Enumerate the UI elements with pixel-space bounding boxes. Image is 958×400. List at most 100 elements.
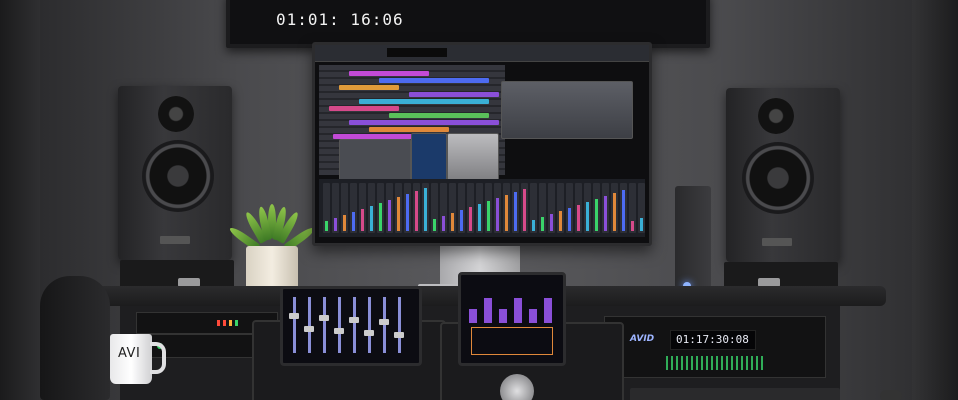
rack-timecode: 01:17:30:08 — [676, 333, 749, 346]
right-wall — [912, 0, 958, 400]
right-speaker-logo-icon — [762, 238, 792, 246]
channel-meter — [613, 193, 616, 231]
channel-meter — [361, 209, 364, 231]
left-touch-screen[interactable] — [280, 286, 422, 366]
channel-meter — [550, 214, 553, 231]
mixer-channel-strip — [341, 183, 348, 233]
plugin-window-vintage — [501, 81, 633, 139]
channel-meter — [505, 195, 508, 231]
channel-meter — [541, 217, 544, 231]
mixer-channel-strip — [638, 183, 645, 233]
channel-meter — [496, 198, 499, 231]
touch-fader[interactable] — [379, 297, 389, 353]
mixer-channel-strip — [467, 183, 474, 233]
touch-fader[interactable] — [304, 297, 314, 353]
channel-meter — [640, 218, 643, 231]
touch-meter-bar — [484, 298, 492, 323]
mixer-channel-strip — [611, 183, 618, 233]
channel-meter — [442, 216, 445, 231]
mixer-channel-strip — [350, 183, 357, 233]
channel-meter — [586, 202, 589, 231]
channel-meter — [568, 208, 571, 231]
touch-fader[interactable] — [364, 297, 374, 353]
mug-logo: AVI — [118, 346, 141, 361]
mixer-channel-strip — [377, 183, 384, 233]
mixer-channel-strip — [404, 183, 411, 233]
audio-interface-tower-icon — [675, 186, 711, 296]
mixer-channel-strip — [440, 183, 447, 233]
channel-meter — [388, 200, 391, 231]
mixer-channel-strip — [620, 183, 627, 233]
channel-meter — [397, 197, 400, 231]
mug-handle — [150, 342, 166, 374]
daw-monitor — [312, 42, 652, 246]
tv-timecode: 01:01: 16:06 — [276, 10, 404, 29]
mixer-channel-strip — [368, 183, 375, 233]
channel-meter — [334, 218, 337, 231]
plugin-window-meters — [411, 133, 447, 183]
channel-meter — [595, 199, 598, 231]
channel-meter — [433, 219, 436, 231]
channel-meter — [370, 206, 373, 231]
channel-meter — [523, 189, 526, 231]
computer-mouse[interactable] — [880, 390, 902, 400]
mixer-channel-strip — [431, 183, 438, 233]
mixer-channel-strip — [539, 183, 546, 233]
center-touch-screen[interactable] — [458, 272, 566, 366]
touch-meter-bar — [514, 298, 522, 323]
mixer-channel-strip — [323, 183, 330, 233]
plugin-window-eq — [447, 133, 499, 183]
channel-meter — [424, 188, 427, 231]
jog-wheel[interactable] — [500, 374, 534, 400]
rack-brand-logo: AVID — [630, 334, 655, 344]
mixer-channel-strip — [332, 183, 339, 233]
mixer-channel-strip — [512, 183, 519, 233]
office-chair — [40, 276, 110, 400]
mixer-channel-strip — [566, 183, 573, 233]
daw-toolbar — [315, 45, 649, 62]
touch-meter-bar — [544, 298, 552, 323]
touch-routing-panel[interactable] — [471, 327, 553, 355]
channel-meter — [532, 220, 535, 231]
channel-meter — [514, 192, 517, 231]
touch-fader[interactable] — [394, 297, 404, 353]
mixer-channel-strip — [629, 183, 636, 233]
channel-meter — [577, 205, 580, 231]
channel-meter — [559, 211, 562, 231]
channel-meter — [343, 215, 346, 231]
channel-meter — [406, 194, 409, 231]
rack-level-meters — [666, 356, 766, 370]
mixer-channel-strip — [530, 183, 537, 233]
daw-mixer — [319, 179, 645, 237]
channel-meter — [460, 210, 463, 231]
channel-meter — [631, 221, 634, 231]
right-studio-monitor — [726, 88, 840, 262]
touch-fader[interactable] — [289, 297, 299, 353]
computer-keyboard[interactable] — [630, 388, 840, 400]
mixer-channel-strip — [602, 183, 609, 233]
channel-meter — [379, 203, 382, 231]
mixer-channel-strip — [458, 183, 465, 233]
touch-meter-bar — [529, 309, 537, 323]
channel-meter — [487, 201, 490, 231]
channel-meter — [415, 191, 418, 231]
left-studio-monitor — [118, 86, 232, 260]
touch-fader[interactable] — [319, 297, 329, 353]
mixer-channel-strip — [593, 183, 600, 233]
right-tweeter-icon — [758, 98, 794, 134]
mixer-channel-strip — [422, 183, 429, 233]
channel-meter — [478, 204, 481, 231]
channel-meter — [325, 221, 328, 231]
mixer-channel-strip — [485, 183, 492, 233]
mixer-channel-strip — [476, 183, 483, 233]
touch-fader[interactable] — [349, 297, 359, 353]
mixer-channel-strip — [521, 183, 528, 233]
left-woofer-icon — [142, 140, 214, 212]
channel-meter — [604, 196, 607, 231]
touch-fader[interactable] — [334, 297, 344, 353]
mixer-channel-strip — [557, 183, 564, 233]
left-tweeter-icon — [158, 96, 194, 132]
mixer-channel-strip — [494, 183, 501, 233]
mixer-channel-strip — [395, 183, 402, 233]
channel-meter — [352, 212, 355, 231]
